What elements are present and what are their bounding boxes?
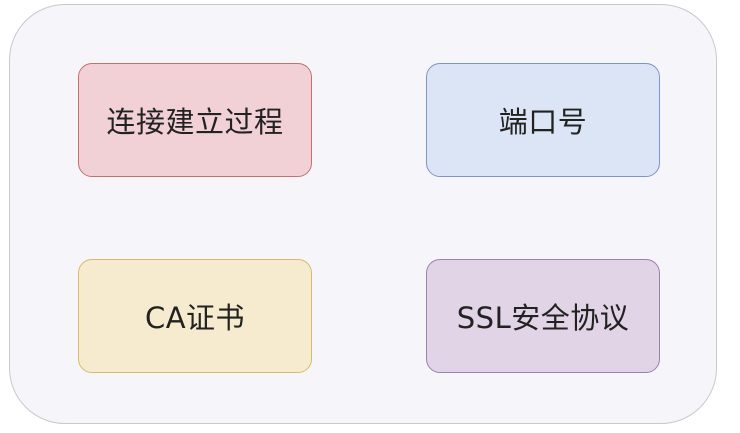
- box-label: 端口号: [498, 105, 588, 139]
- box-label: CA证书: [144, 301, 246, 335]
- box-connection-establishment: 连接建立过程: [78, 63, 312, 177]
- box-ca-certificate: CA证书: [78, 259, 312, 373]
- box-label: SSL安全协议: [456, 301, 630, 335]
- box-ssl-protocol: SSL安全协议: [426, 259, 660, 373]
- box-label: 连接建立过程: [106, 105, 284, 139]
- box-port-number: 端口号: [426, 63, 660, 177]
